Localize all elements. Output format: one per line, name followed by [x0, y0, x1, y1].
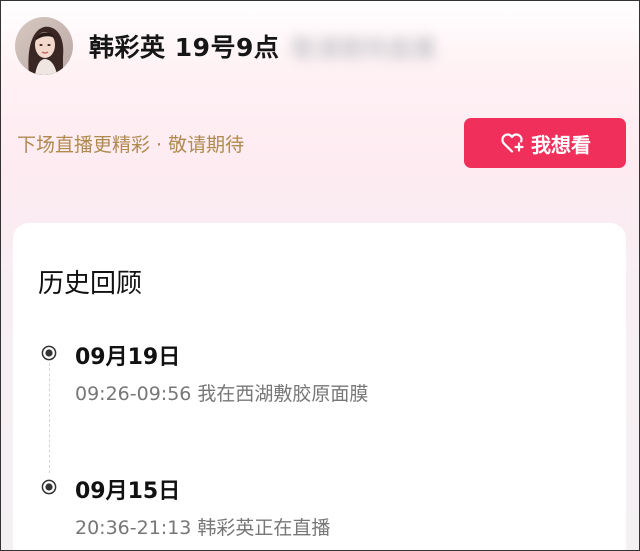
- history-item-date: 09月15日: [75, 479, 181, 504]
- history-item-date: 09月19日: [75, 345, 181, 370]
- blurred-title-text: 敬请期待直播: [291, 34, 436, 63]
- history-title: 历史回顾: [38, 269, 143, 299]
- next-live-subtitle: 下场直播更精彩 · 敬请期待: [17, 134, 245, 156]
- radio-dot-icon: [41, 345, 57, 361]
- want-to-watch-label: 我想看: [531, 132, 591, 157]
- live-preview-page: 韩彩英 19号9点 敬请期待直播 下场直播更精彩 · 敬请期待 我想看 历史回顾…: [0, 0, 640, 551]
- want-to-watch-button[interactable]: 我想看: [464, 118, 626, 168]
- avatar-image: [15, 17, 73, 75]
- timeline-connector: [49, 363, 50, 473]
- streamer-header: 韩彩英 19号9点 敬请期待直播: [15, 16, 435, 76]
- live-title: 韩彩英 19号9点: [89, 33, 280, 62]
- heart-plus-icon: [499, 130, 525, 156]
- history-item-description: 09:26-09:56 我在西湖敷胶原面膜: [75, 383, 369, 405]
- history-item-description: 20:36-21:13 韩彩英正在直播: [75, 517, 331, 539]
- streamer-avatar[interactable]: [15, 17, 73, 75]
- history-card: 历史回顾 09月19日 09:26-09:56 我在西湖敷胶原面膜 09月15日…: [13, 223, 626, 550]
- radio-dot-icon: [41, 479, 57, 495]
- title-row: 韩彩英 19号9点 敬请期待直播: [89, 28, 435, 64]
